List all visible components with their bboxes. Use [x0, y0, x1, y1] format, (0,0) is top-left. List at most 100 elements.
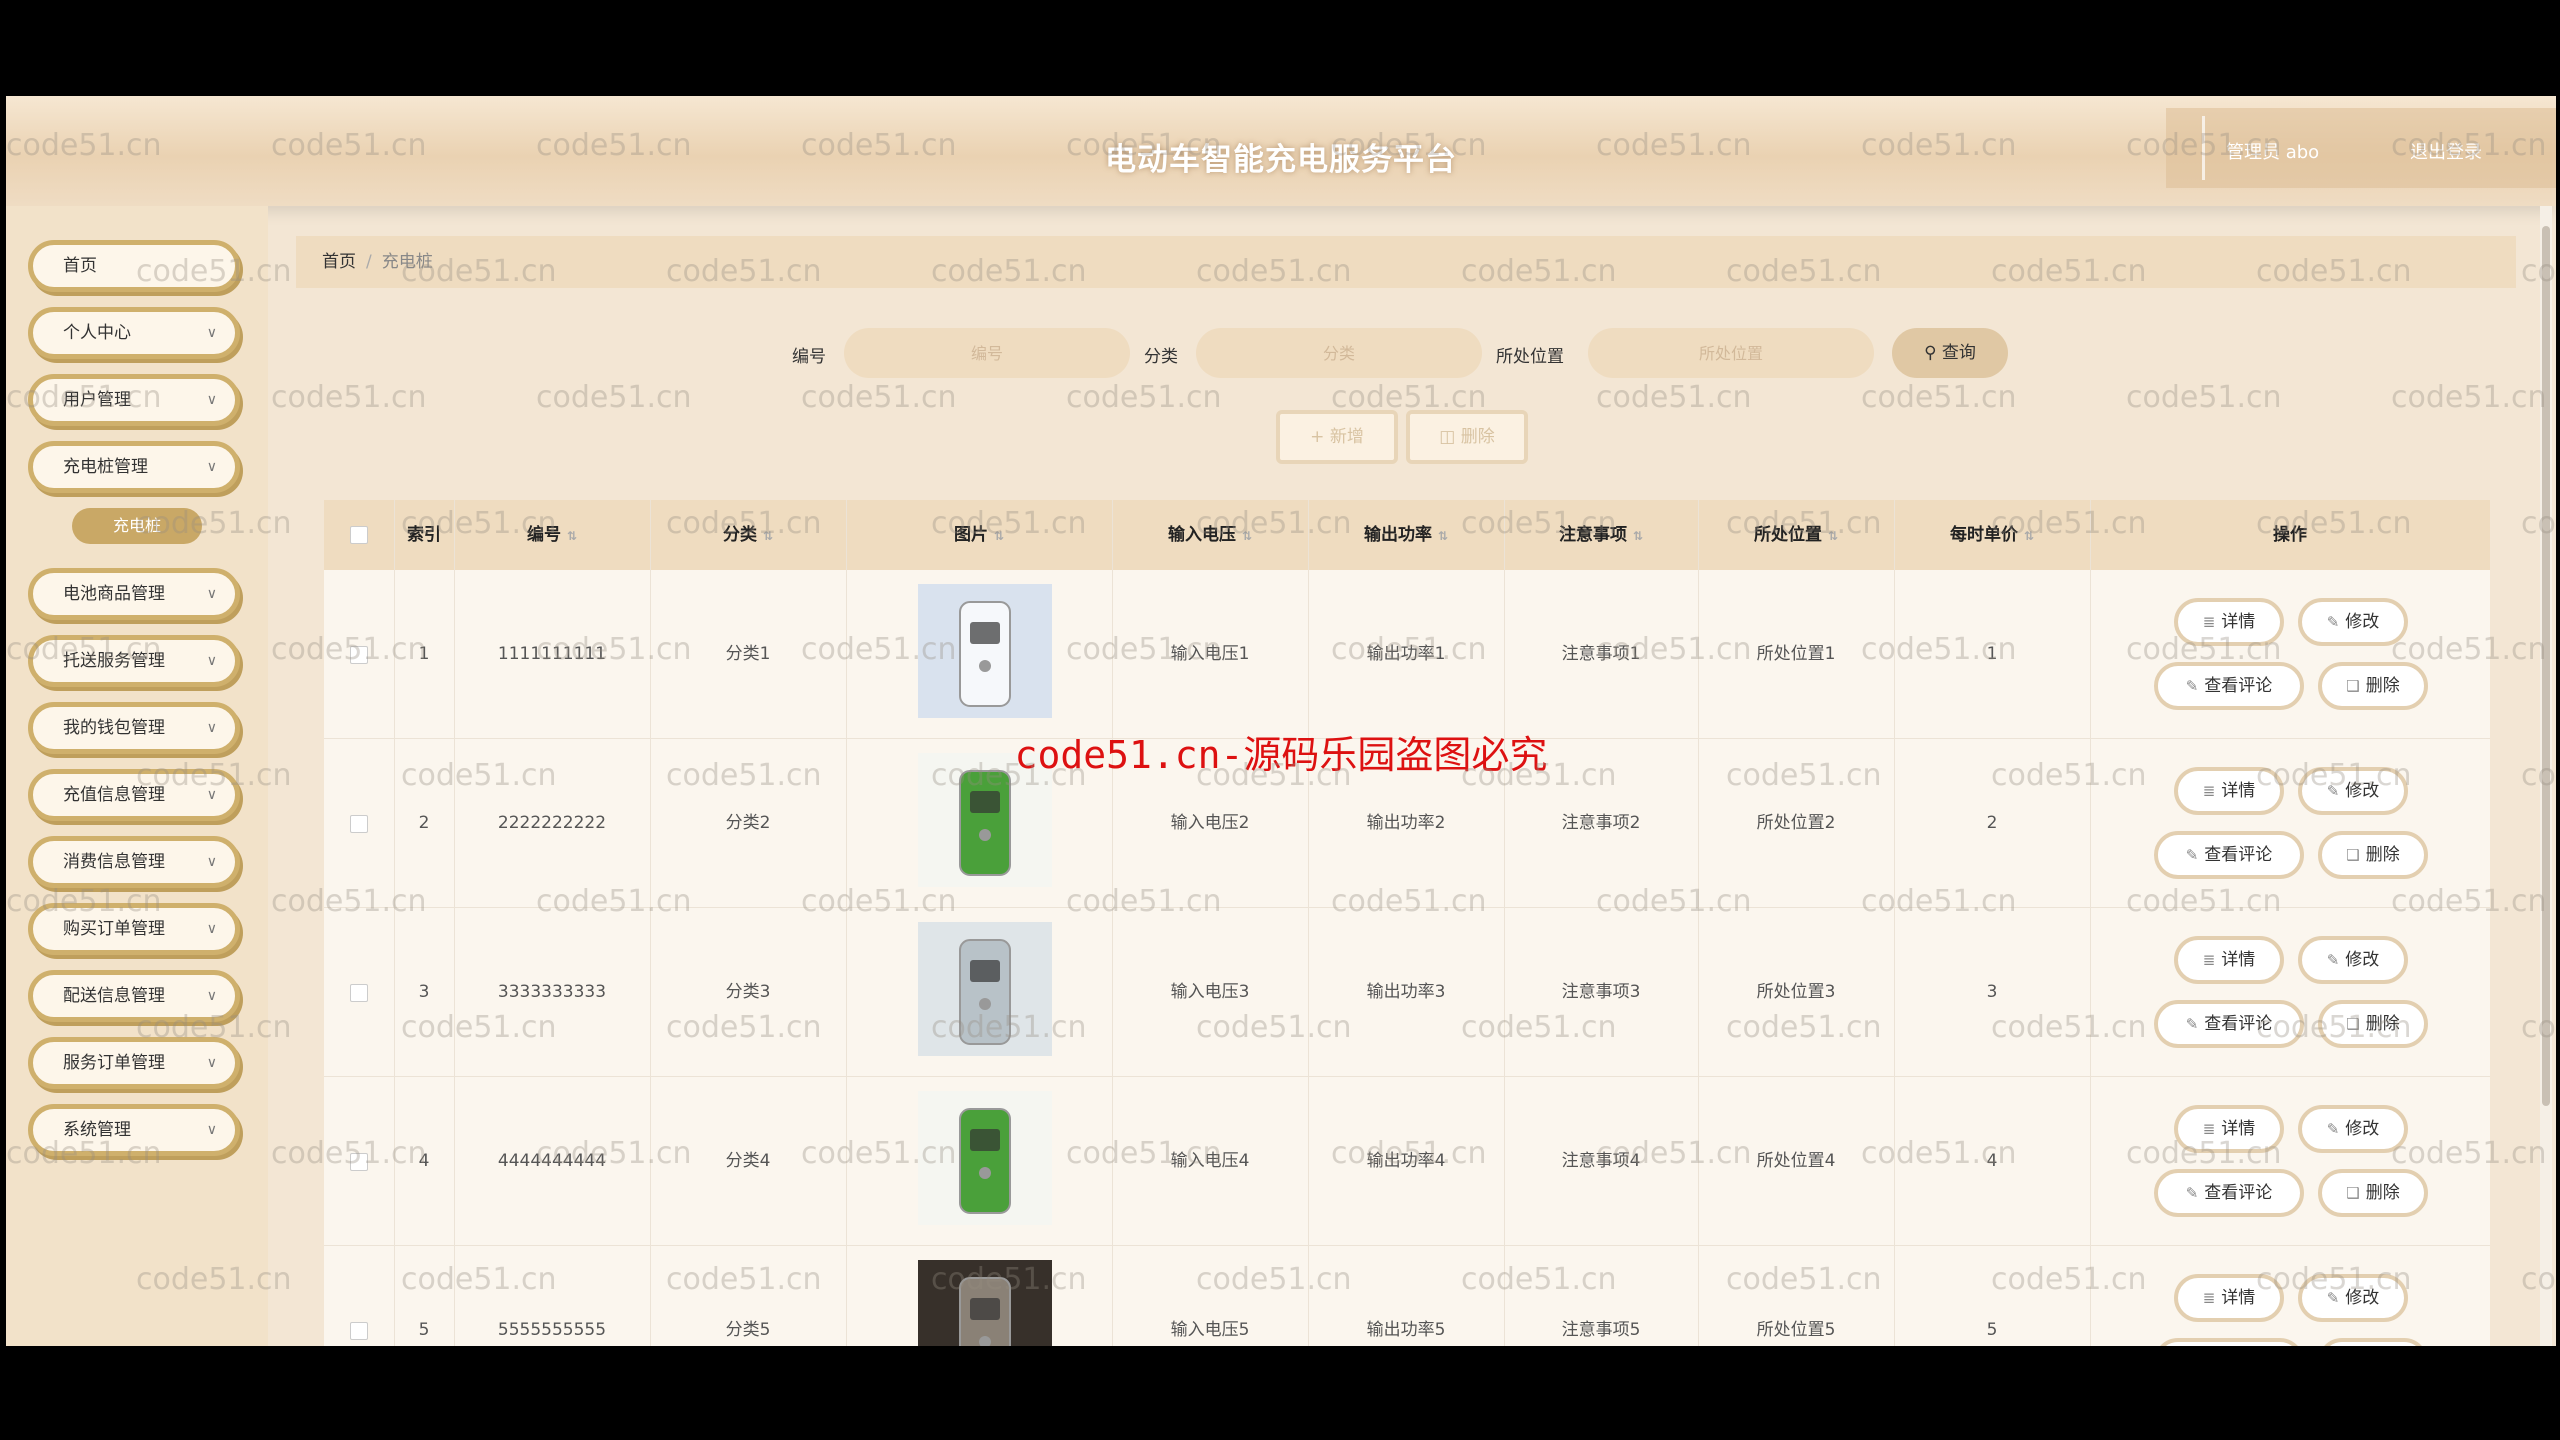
delete-button[interactable]: ❑删除 — [2318, 1000, 2428, 1048]
chevron-down-icon: ∨ — [206, 988, 217, 1004]
tile-watermark: code51.cn — [2126, 380, 2282, 415]
scrollbar[interactable] — [2540, 206, 2552, 1346]
tile-watermark: code51.cn — [536, 380, 692, 415]
logout-link[interactable]: 退出登录 — [2410, 138, 2482, 164]
select-all-checkbox[interactable] — [350, 526, 368, 544]
trash-icon: ❑ — [2346, 677, 2360, 695]
column-header[interactable]: 注意事项 ⇅ — [1504, 500, 1698, 570]
edit-button-label: 修改 — [2345, 612, 2380, 632]
view-comments-button[interactable]: ✎查看评论 — [2154, 1000, 2304, 1048]
cell-price: 4 — [1986, 1151, 1998, 1171]
sidebar-subitem-charging-pile[interactable]: 充电桩 — [72, 508, 202, 544]
search-location-input[interactable] — [1588, 328, 1874, 378]
tile-watermark: code51.cn — [1861, 380, 2017, 415]
detail-button[interactable]: ≣ 详情 — [2174, 598, 2284, 646]
query-button[interactable]: ⚲ 查询 — [1892, 328, 2008, 378]
document-icon: ≣ — [2202, 613, 2216, 631]
sidebar-item[interactable]: 托送服务管理 ∨ — [28, 635, 240, 687]
cell-code: 1111111111 — [497, 644, 607, 664]
cell-power: 输出功率3 — [1366, 982, 1446, 1002]
sort-icon[interactable]: ⇅ — [1633, 529, 1643, 543]
edit-button[interactable]: ✎ 修改 — [2298, 936, 2408, 984]
detail-button[interactable]: ≣ 详情 — [2174, 1105, 2284, 1153]
view-comments-button[interactable]: ✎查看评论 — [2154, 831, 2304, 879]
sort-icon[interactable]: ⇅ — [763, 529, 773, 543]
column-header[interactable]: 每时单价 ⇅ — [1894, 500, 2090, 570]
cell-index: 1 — [418, 644, 430, 664]
cell-voltage: 输入电压3 — [1170, 982, 1250, 1002]
search-category-input[interactable] — [1196, 328, 1482, 378]
row-checkbox[interactable] — [350, 984, 368, 1002]
chevron-down-icon: ∨ — [206, 1122, 217, 1138]
sidebar-item[interactable]: 系统管理 ∨ — [28, 1104, 240, 1156]
sort-icon[interactable]: ⇅ — [2024, 529, 2034, 543]
column-header[interactable]: 输入电压 ⇅ — [1112, 500, 1308, 570]
cell-price: 1 — [1986, 644, 1998, 664]
column-header[interactable]: 分类 ⇅ — [650, 500, 846, 570]
view-comments-button[interactable]: ✎查看评论 — [2154, 1169, 2304, 1217]
cell-category: 分类3 — [725, 982, 771, 1002]
column-header[interactable]: 图片 ⇅ — [846, 500, 1112, 570]
edit-button[interactable]: ✎ 修改 — [2298, 1105, 2408, 1153]
row-checkbox[interactable] — [350, 646, 368, 664]
view-comments-button[interactable]: ✎查看评论 — [2154, 662, 2304, 710]
sidebar-item-label: 充值信息管理 — [63, 785, 165, 805]
sidebar-item-label: 个人中心 — [63, 323, 131, 343]
cell-power: 输出功率1 — [1366, 644, 1446, 664]
sidebar-item[interactable]: 电池商品管理 ∨ — [28, 568, 240, 620]
delete-button[interactable]: ❑删除 — [2318, 662, 2428, 710]
sidebar-item[interactable]: 购买订单管理 ∨ — [28, 903, 240, 955]
cell-location: 所处位置4 — [1756, 1151, 1836, 1171]
row-checkbox[interactable] — [350, 1153, 368, 1171]
charging-pile-image — [918, 1260, 1052, 1346]
sort-icon[interactable]: ⇅ — [1242, 529, 1252, 543]
column-header[interactable]: 操作 — [2090, 500, 2490, 570]
sidebar-item[interactable]: 首页 — [28, 240, 240, 292]
view-comments-button[interactable]: ✎查看评论 — [2154, 1338, 2304, 1346]
sidebar-item[interactable]: 用户管理 ∨ — [28, 374, 240, 426]
cell-code: 4444444444 — [497, 1151, 607, 1171]
column-header-label: 每时单价 — [1949, 525, 2018, 545]
tile-watermark: code51.cn — [271, 380, 427, 415]
edit-button[interactable]: ✎ 修改 — [2298, 598, 2408, 646]
detail-button-label: 详情 — [2221, 612, 2256, 632]
batch-delete-button[interactable]: ◫ 删除 — [1406, 410, 1528, 464]
row-checkbox[interactable] — [350, 815, 368, 833]
sort-icon[interactable]: ⇅ — [1438, 529, 1448, 543]
sidebar-item[interactable]: 充电桩管理 ∨ — [28, 441, 240, 493]
plus-icon: + — [1310, 427, 1330, 447]
detail-button[interactable]: ≣ 详情 — [2174, 936, 2284, 984]
sort-icon[interactable]: ⇅ — [1828, 529, 1838, 543]
view-comments-button-label: 查看评论 — [2204, 676, 2273, 696]
chevron-down-icon: ∨ — [206, 653, 217, 669]
search-category-label: 分类 — [1144, 347, 1178, 367]
edit-button[interactable]: ✎ 修改 — [2298, 1274, 2408, 1322]
delete-button-label: 删除 — [2365, 1183, 2400, 1203]
detail-button[interactable]: ≣ 详情 — [2174, 1274, 2284, 1322]
search-code-input[interactable] — [844, 328, 1130, 378]
column-header[interactable]: 输出功率 ⇅ — [1308, 500, 1504, 570]
sidebar-item[interactable]: 服务订单管理 ∨ — [28, 1037, 240, 1089]
sort-icon[interactable]: ⇅ — [994, 529, 1004, 543]
scrollbar-thumb[interactable] — [2542, 226, 2550, 1106]
breadcrumb-home[interactable]: 首页 — [322, 252, 356, 272]
row-checkbox[interactable] — [350, 1322, 368, 1340]
column-header[interactable]: 编号 ⇅ — [454, 500, 650, 570]
delete-button[interactable]: ❑删除 — [2318, 1338, 2428, 1346]
cell-code: 3333333333 — [497, 982, 607, 1002]
sidebar-item[interactable]: 消费信息管理 ∨ — [28, 836, 240, 888]
column-header[interactable]: 所处位置 ⇅ — [1698, 500, 1894, 570]
sidebar-item[interactable]: 配送信息管理 ∨ — [28, 970, 240, 1022]
pencil-icon: ✎ — [2185, 1015, 2199, 1033]
add-button[interactable]: + 新增 — [1276, 410, 1398, 464]
sort-icon[interactable]: ⇅ — [567, 529, 577, 543]
sidebar-item[interactable]: 个人中心 ∨ — [28, 307, 240, 359]
column-header[interactable]: 索引 — [394, 500, 454, 570]
charging-pile-image — [918, 1091, 1052, 1225]
chevron-down-icon: ∨ — [206, 787, 217, 803]
delete-button[interactable]: ❑删除 — [2318, 1169, 2428, 1217]
pencil-icon: ✎ — [2326, 1289, 2340, 1307]
cell-voltage: 输入电压5 — [1170, 1320, 1250, 1340]
chevron-down-icon: ∨ — [206, 459, 217, 475]
delete-button[interactable]: ❑删除 — [2318, 831, 2428, 879]
